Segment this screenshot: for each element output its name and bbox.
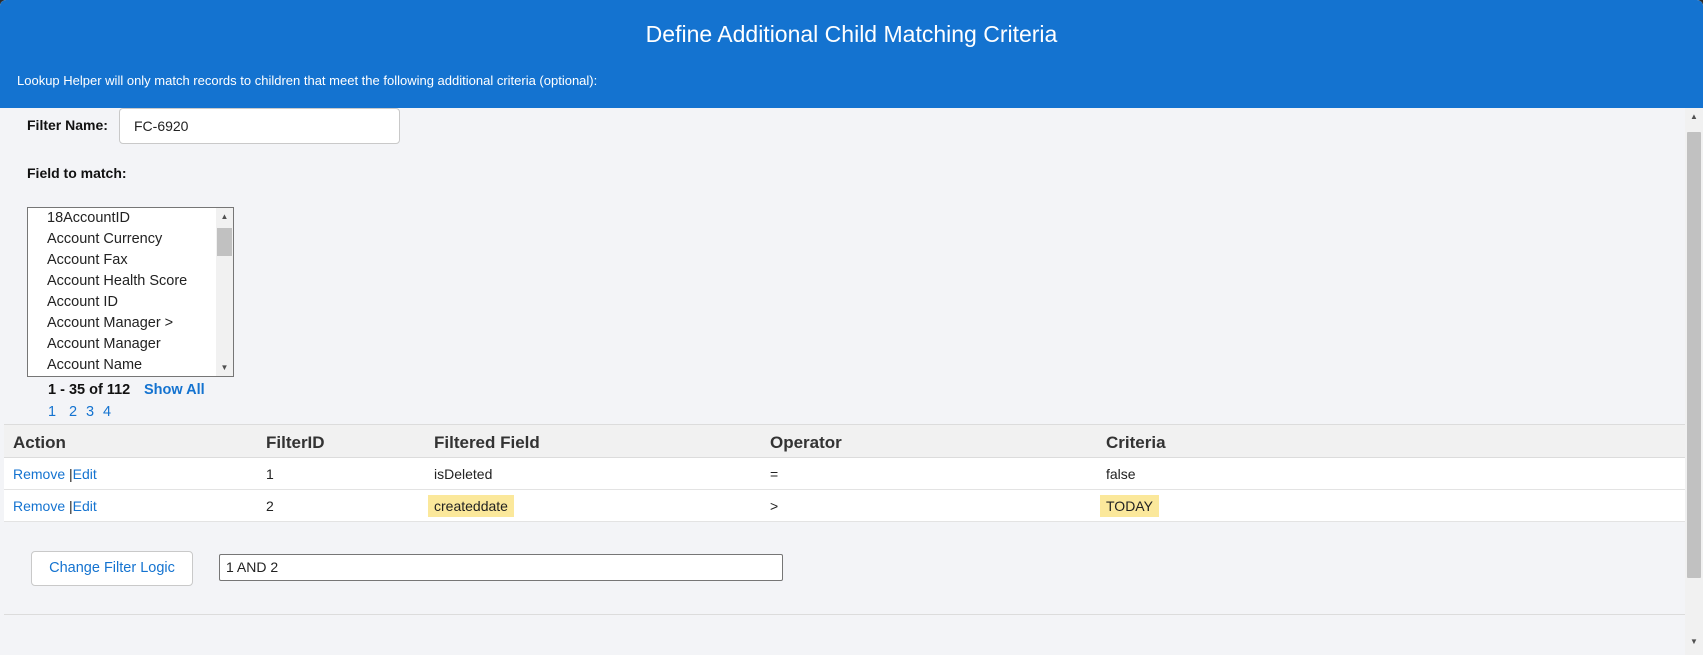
- footer-divider: [4, 614, 1685, 615]
- list-item[interactable]: Account ID: [47, 294, 118, 310]
- filterid-cell: 2: [266, 498, 274, 514]
- header-operator: Operator: [770, 433, 842, 452]
- page-link-3[interactable]: 3: [86, 404, 94, 420]
- highlighted-field: createddate: [428, 495, 514, 517]
- modal-subtitle: Lookup Helper will only match records to…: [17, 73, 598, 88]
- list-item[interactable]: Account Health Score: [47, 273, 187, 289]
- page-link-1[interactable]: 1: [48, 404, 56, 420]
- listbox-scrollbar[interactable]: ▲ ▼: [216, 208, 233, 376]
- table-row: Remove |Edit 1 isDeleted = false: [4, 458, 1685, 490]
- header-filtered-field: Filtered Field: [434, 433, 540, 452]
- list-item[interactable]: Account Name: [47, 357, 142, 373]
- change-filter-logic-button[interactable]: Change Filter Logic: [31, 551, 193, 586]
- page-link-4[interactable]: 4: [103, 404, 111, 420]
- modal-content: Filter Name: FC-6920 Field to match: 18A…: [0, 108, 1685, 655]
- edit-link[interactable]: Edit: [73, 466, 97, 482]
- scroll-down-icon[interactable]: ▼: [1685, 637, 1703, 651]
- criteria-modal: Define Additional Child Matching Criteri…: [0, 0, 1703, 655]
- filter-name-label: Filter Name:: [27, 117, 108, 133]
- edit-link[interactable]: Edit: [73, 498, 97, 514]
- field-to-match-label: Field to match:: [27, 165, 127, 181]
- criteria-cell: TODAY: [1100, 495, 1159, 517]
- filtered-field-cell: createddate: [428, 495, 514, 517]
- field-to-match-listbox[interactable]: 18AccountID Account Currency Account Fax…: [27, 207, 234, 377]
- list-item[interactable]: 18AccountID: [47, 210, 130, 226]
- list-item[interactable]: Account Manager: [47, 336, 161, 352]
- criteria-cell: false: [1106, 466, 1136, 482]
- remove-link[interactable]: Remove: [13, 498, 65, 514]
- modal-title: Define Additional Child Matching Criteri…: [645, 21, 1058, 47]
- filterid-cell: 1: [266, 466, 274, 482]
- list-item[interactable]: Account Currency: [47, 231, 162, 247]
- header-filterid: FilterID: [266, 433, 325, 452]
- operator-cell: >: [770, 498, 779, 514]
- filtered-field-cell: isDeleted: [434, 466, 493, 482]
- filter-name-input[interactable]: FC-6920: [119, 108, 400, 144]
- scroll-up-icon[interactable]: ▲: [1685, 112, 1703, 126]
- scroll-down-icon[interactable]: ▼: [216, 359, 233, 376]
- page-link-2[interactable]: 2: [69, 404, 77, 420]
- action-cell: Remove |Edit: [13, 466, 97, 482]
- operator-cell: =: [770, 466, 779, 482]
- list-item[interactable]: Account Manager >: [47, 315, 173, 331]
- highlighted-criteria: TODAY: [1100, 495, 1159, 517]
- modal-header: Define Additional Child Matching Criteri…: [0, 0, 1703, 108]
- remove-link[interactable]: Remove: [13, 466, 65, 482]
- show-all-link[interactable]: Show All: [144, 382, 205, 398]
- table-row: Remove |Edit 2 createddate > TODAY: [4, 490, 1685, 522]
- filter-logic-input[interactable]: 1 AND 2: [219, 554, 783, 581]
- pager-count: 1 - 35 of 112: [48, 382, 131, 398]
- header-criteria: Criteria: [1106, 433, 1166, 452]
- list-item[interactable]: Account Fax: [47, 252, 128, 268]
- table-header: Action FilterID Filtered Field Operator …: [4, 424, 1685, 458]
- action-cell: Remove |Edit: [13, 498, 97, 514]
- listbox-scroll-thumb[interactable]: [217, 228, 232, 256]
- page-scroll-thumb[interactable]: [1687, 132, 1701, 578]
- scroll-up-icon[interactable]: ▲: [216, 208, 233, 225]
- page-scrollbar[interactable]: ▲ ▼: [1685, 108, 1703, 655]
- header-action: Action: [13, 433, 66, 452]
